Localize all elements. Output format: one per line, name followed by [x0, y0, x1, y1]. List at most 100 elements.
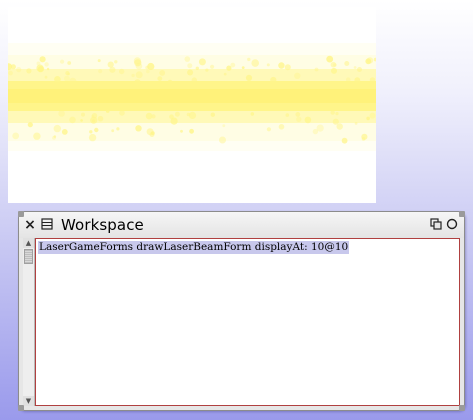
laser-speckle — [67, 61, 72, 65]
laser-speckle — [189, 128, 195, 134]
laser-speckle — [159, 70, 166, 76]
laser-speckle — [53, 124, 61, 133]
laser-speckle — [54, 76, 61, 83]
laser-speckle — [89, 130, 93, 134]
laser-speckle — [304, 116, 312, 124]
laser-speckle — [8, 70, 13, 76]
laser-speckle — [105, 109, 110, 113]
laser-speckle — [357, 67, 362, 72]
laser-speckle — [344, 61, 350, 66]
laser-speckle — [134, 79, 141, 86]
laser-speckle — [250, 112, 255, 116]
laser-speckle — [184, 56, 191, 62]
resize-grip-top-right[interactable] — [459, 211, 465, 217]
resize-grip-top-left[interactable] — [18, 211, 24, 217]
laser-speckle — [222, 124, 226, 128]
laser-speckle — [295, 112, 301, 117]
laser-speckle — [284, 64, 291, 71]
window-title: Workspace — [61, 216, 144, 234]
resize-grip-bottom-right[interactable] — [459, 405, 465, 411]
laser-speckle — [230, 62, 236, 68]
laser-speckle — [114, 60, 118, 64]
laser-speckle — [109, 66, 116, 73]
laser-speckle — [46, 67, 50, 71]
laser-speckle — [294, 72, 301, 80]
laser-speckle — [119, 110, 125, 116]
laser-speckle — [296, 116, 302, 123]
laser-speckle — [266, 127, 271, 132]
laser-speckle — [146, 69, 150, 74]
code-text-pane[interactable]: LaserGameForms drawLaserBeamForm display… — [35, 238, 460, 406]
laser-speckle — [80, 119, 83, 122]
laser-speckle — [33, 132, 41, 140]
laser-speckle — [195, 66, 199, 70]
laser-speckle — [247, 57, 251, 62]
laser-speckle — [188, 111, 197, 119]
laser-speckle — [180, 129, 183, 133]
laser-speckle — [361, 137, 366, 141]
laser-speckle — [369, 112, 376, 119]
laser-speckle — [353, 66, 357, 69]
scroll-thumb[interactable] — [24, 249, 33, 264]
collapse-icon[interactable] — [430, 218, 442, 232]
resize-grip-bottom-left[interactable] — [18, 405, 24, 411]
window-menu-icon[interactable] — [41, 218, 53, 232]
laser-speckle — [116, 127, 120, 131]
scroll-down-arrow-icon[interactable]: ▼ — [23, 396, 34, 406]
laser-speckle — [61, 129, 68, 135]
laser-speckle — [191, 77, 197, 83]
workspace-window[interactable]: × Workspace ▲ ▼ LaserGameForms drawLaser… — [18, 211, 465, 411]
laser-speckle — [366, 57, 374, 64]
laser-speckle — [44, 75, 48, 79]
laser-speckle — [241, 66, 245, 69]
laser-speckle — [187, 69, 194, 76]
expand-icon[interactable] — [446, 218, 458, 232]
laser-speckle — [270, 76, 277, 84]
laser-speckle — [330, 110, 335, 115]
laser-speckle — [345, 77, 351, 82]
laser-speckle — [26, 68, 32, 74]
laser-speckle — [326, 55, 334, 63]
laser-speckle — [335, 112, 339, 116]
laser-speckle — [145, 112, 153, 120]
laser-speckle — [12, 132, 20, 140]
laser-speckle — [94, 127, 99, 133]
laser-speckle — [333, 63, 337, 67]
laser-speckle — [44, 62, 49, 67]
laser-speckle — [278, 124, 285, 130]
laser-speckle — [145, 65, 150, 70]
laser-speckle — [219, 136, 226, 144]
laser-speckle — [210, 64, 215, 69]
laser-speckle — [81, 112, 85, 117]
laser-speckle — [60, 59, 65, 64]
close-icon[interactable]: × — [24, 218, 36, 232]
laser-speckle — [266, 63, 270, 67]
laser-speckle — [65, 71, 70, 76]
laser-speckle — [97, 115, 104, 122]
laser-speckle — [90, 116, 98, 124]
laser-speckle — [174, 111, 180, 117]
laser-speckle — [131, 73, 135, 78]
laser-speckle — [366, 116, 370, 121]
vertical-scrollbar[interactable]: ▲ ▼ — [23, 238, 35, 406]
laser-speckle — [210, 112, 215, 117]
laser-speckle — [119, 68, 125, 75]
laser-speckle — [135, 125, 142, 132]
laser-speckle — [187, 63, 193, 69]
laser-speckle — [135, 71, 143, 79]
code-text[interactable]: LaserGameForms drawLaserBeamForm display… — [38, 241, 350, 254]
laser-speckle — [97, 59, 101, 63]
laser-speckle — [251, 59, 259, 67]
laser-speckle — [16, 67, 22, 73]
laser-beam-image — [8, 7, 376, 203]
scroll-up-arrow-icon[interactable]: ▲ — [23, 238, 34, 248]
laser-speckle — [223, 72, 227, 76]
laser-speckle — [314, 67, 319, 72]
window-titlebar[interactable]: × Workspace — [19, 212, 464, 238]
laser-speckle — [157, 76, 163, 81]
laser-speckle — [336, 123, 343, 130]
laser-speckle — [146, 128, 154, 136]
laser-speckle — [369, 77, 376, 83]
laser-speckle — [39, 56, 46, 63]
laser-speckle — [170, 117, 178, 125]
